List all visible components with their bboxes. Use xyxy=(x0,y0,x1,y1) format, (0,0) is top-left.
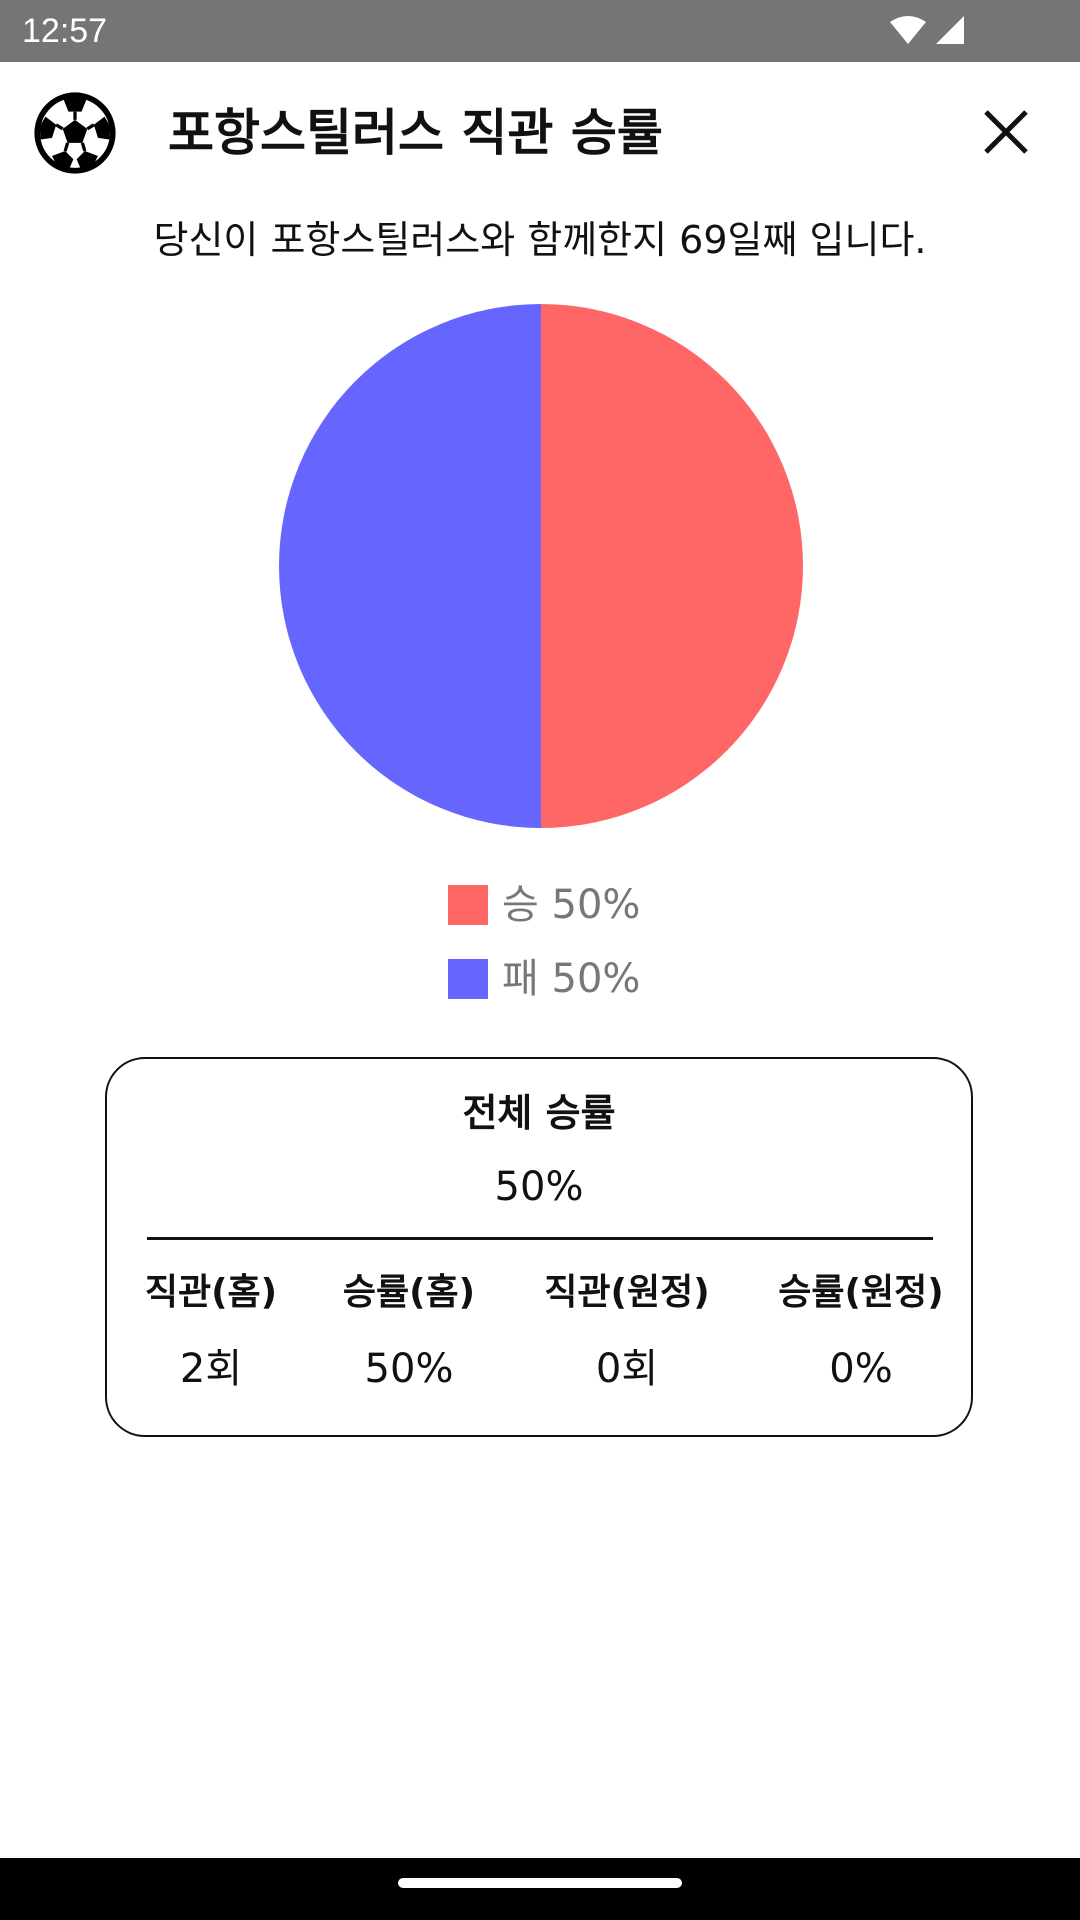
days-together-text: 당신이 포항스틸러스와 함께한지 69일째 입니다. xyxy=(153,218,927,262)
stats-card: 전체 승률 50% 직관(홈) 2회 승률(홈) 50% 직관(원정) 0회 승… xyxy=(105,1057,973,1437)
status-icons xyxy=(890,16,964,44)
legend-swatch-win xyxy=(448,885,488,925)
stat-away-win-rate-label: 승률(원정) xyxy=(778,1272,944,1313)
overall-win-rate-label: 전체 승률 xyxy=(462,1091,616,1135)
page-title: 포항스틸러스 직관 승률 xyxy=(168,104,663,162)
stat-home-attendance-value: 2회 xyxy=(179,1346,243,1392)
legend-item-win: 승 50% xyxy=(448,868,640,942)
stat-home-attendance: 직관(홈) 2회 xyxy=(131,1265,291,1397)
close-icon[interactable] xyxy=(976,102,1036,162)
navigation-bar xyxy=(0,1858,1080,1920)
status-time: 12:57 xyxy=(22,12,108,50)
legend-label-loss: 패 50% xyxy=(502,956,641,1002)
legend-label-win: 승 50% xyxy=(502,882,641,928)
stat-away-attendance-label: 직관(원정) xyxy=(544,1272,710,1313)
stat-away-win-rate-value: 0% xyxy=(829,1346,893,1392)
legend-swatch-loss xyxy=(448,959,488,999)
pie-slice-win xyxy=(541,304,803,828)
win-rate-pie-chart xyxy=(279,304,803,828)
chart-legend: 승 50% 패 50% xyxy=(448,868,640,1016)
legend-item-loss: 패 50% xyxy=(448,942,640,1016)
status-bar: 12:57 xyxy=(0,0,1080,62)
overall-win-rate-value: 50% xyxy=(494,1164,584,1210)
pie-slice-loss xyxy=(279,304,541,828)
stat-home-win-rate-value: 50% xyxy=(364,1346,454,1392)
stat-home-win-rate: 승률(홈) 50% xyxy=(329,1265,489,1397)
stat-away-attendance-value: 0회 xyxy=(595,1346,659,1392)
stat-away-attendance: 직관(원정) 0회 xyxy=(527,1265,727,1397)
soccer-ball-icon xyxy=(34,92,116,174)
signal-icon xyxy=(936,16,964,44)
home-gesture-handle[interactable] xyxy=(398,1878,682,1888)
wifi-icon xyxy=(890,16,926,44)
app-header: 포항스틸러스 직관 승률 xyxy=(0,62,1080,202)
stat-home-attendance-label: 직관(홈) xyxy=(144,1272,278,1313)
divider xyxy=(147,1237,933,1240)
stat-away-win-rate: 승률(원정) 0% xyxy=(761,1265,961,1397)
stat-home-win-rate-label: 승률(홈) xyxy=(342,1272,476,1313)
